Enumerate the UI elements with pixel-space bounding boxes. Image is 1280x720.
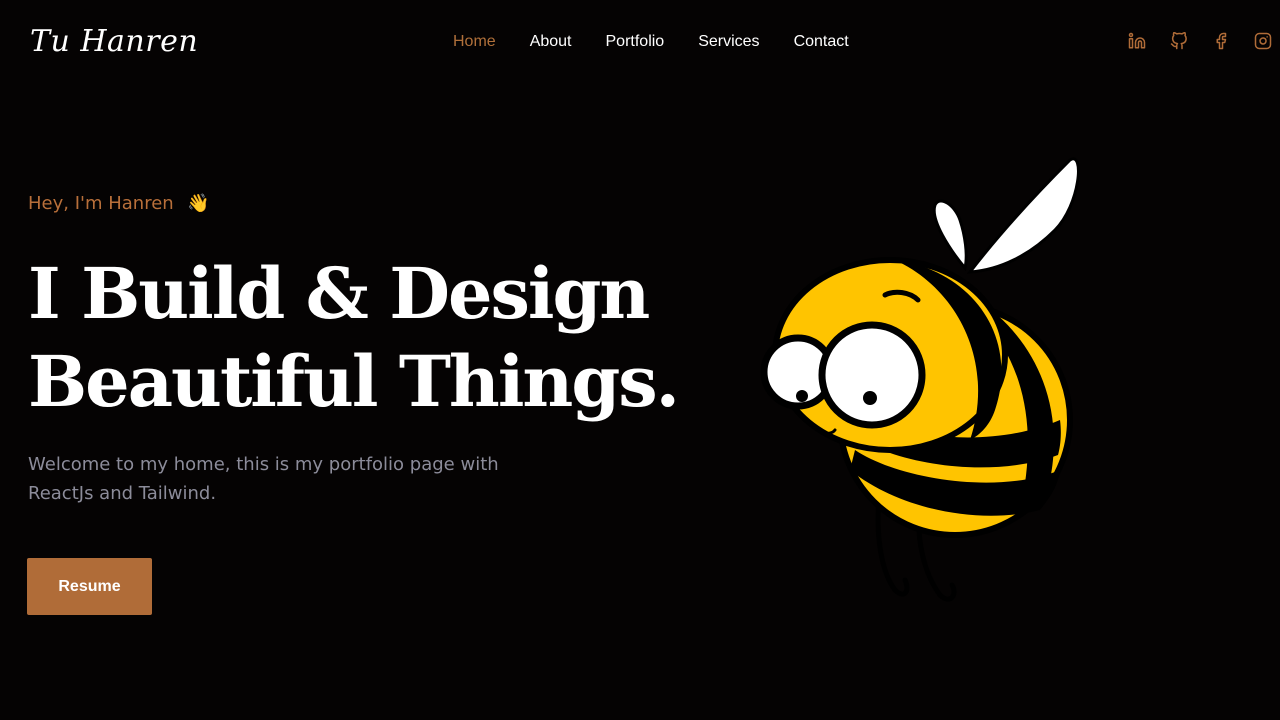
main-nav: Home About Portfolio Services Contact <box>453 33 849 51</box>
nav-services[interactable]: Services <box>698 33 759 51</box>
site-logo[interactable]: Tu Hanren <box>30 24 198 59</box>
hero-intro: Welcome to my home, this is my portfolio… <box>28 454 499 504</box>
nav-home[interactable]: Home <box>453 33 496 51</box>
linkedin-icon[interactable] <box>1128 32 1146 50</box>
nav-contact[interactable]: Contact <box>794 33 849 51</box>
headline-line-1: I Build & Design <box>28 252 650 335</box>
hero-headline: I Build & Design Beautiful Things. <box>28 250 680 426</box>
hero-greeting: Hey, I'm Hanren 👋 <box>28 193 210 214</box>
bee-illustration <box>760 157 1080 602</box>
github-icon[interactable] <box>1170 32 1188 50</box>
headline-line-2: Beautiful Things. <box>28 340 680 423</box>
nav-portfolio[interactable]: Portfolio <box>606 33 665 51</box>
greeting-text: Hey, I'm Hanren <box>28 193 174 214</box>
resume-button[interactable]: Resume <box>27 558 152 615</box>
instagram-icon[interactable] <box>1254 32 1272 50</box>
waving-hand-icon: 👋 <box>187 193 210 214</box>
facebook-icon[interactable] <box>1212 32 1230 50</box>
page: Tu Hanren Home About Portfolio Services … <box>0 0 1280 720</box>
social-links <box>1128 32 1272 50</box>
nav-about[interactable]: About <box>530 33 572 51</box>
